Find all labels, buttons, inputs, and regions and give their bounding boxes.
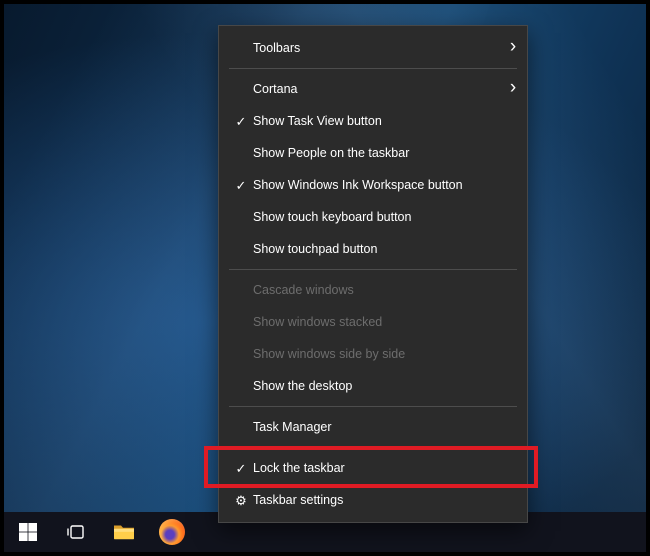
menu-separator [229, 447, 517, 448]
menu-item-show-the-desktop[interactable]: Show the desktop [219, 370, 527, 402]
menu-item-label: Show windows stacked [253, 315, 499, 329]
menu-item-cascade-windows: Cascade windows [219, 274, 527, 306]
menu-item-show-windows-ink-workspace-button[interactable]: ✓Show Windows Ink Workspace button [219, 169, 527, 201]
menu-item-show-windows-stacked: Show windows stacked [219, 306, 527, 338]
menu-item-label: Show touchpad button [253, 242, 499, 256]
menu-item-show-touchpad-button[interactable]: Show touchpad button [219, 233, 527, 265]
arrow-spacer [499, 385, 527, 388]
file-explorer-button[interactable] [100, 512, 148, 552]
menu-item-toolbars[interactable]: Toolbars› [219, 32, 527, 64]
taskbar-context-menu: Toolbars›Cortana›✓Show Task View buttonS… [218, 25, 528, 523]
menu-item-label: Toolbars [253, 41, 499, 55]
arrow-spacer [499, 120, 527, 123]
checkmark-icon: ✓ [229, 115, 253, 128]
menu-item-show-task-view-button[interactable]: ✓Show Task View button [219, 105, 527, 137]
arrow-spacer [499, 152, 527, 155]
submenu-arrow-icon: › [499, 78, 527, 100]
menu-item-label: Cortana [253, 82, 499, 96]
arrow-spacer [499, 248, 527, 251]
menu-item-lock-the-taskbar[interactable]: ✓Lock the taskbar [219, 452, 527, 484]
task-view-icon [65, 521, 87, 543]
start-button[interactable] [4, 512, 52, 552]
arrow-spacer [499, 321, 527, 324]
menu-item-label: Show People on the taskbar [253, 146, 499, 160]
submenu-arrow-icon: › [499, 37, 527, 59]
arrow-spacer [499, 499, 527, 502]
menu-item-label: Show windows side by side [253, 347, 499, 361]
task-view-button[interactable] [52, 512, 100, 552]
arrow-spacer [499, 467, 527, 470]
arrow-spacer [499, 184, 527, 187]
gear-icon: ⚙ [229, 494, 253, 507]
menu-item-label: Show Task View button [253, 114, 499, 128]
arrow-spacer [499, 216, 527, 219]
menu-item-label: Show touch keyboard button [253, 210, 499, 224]
menu-item-label: Task Manager [253, 420, 499, 434]
menu-item-cortana[interactable]: Cortana› [219, 73, 527, 105]
checkmark-icon: ✓ [229, 179, 253, 192]
windows-logo-icon [18, 522, 38, 542]
menu-separator [229, 68, 517, 69]
menu-item-label: Taskbar settings [253, 493, 499, 507]
folder-icon [112, 521, 136, 543]
checkmark-icon: ✓ [229, 462, 253, 475]
menu-item-task-manager[interactable]: Task Manager [219, 411, 527, 443]
arrow-spacer [499, 353, 527, 356]
menu-item-label: Show the desktop [253, 379, 499, 393]
firefox-icon [159, 519, 185, 545]
menu-item-show-touch-keyboard-button[interactable]: Show touch keyboard button [219, 201, 527, 233]
menu-separator [229, 406, 517, 407]
menu-item-show-windows-side-by-side: Show windows side by side [219, 338, 527, 370]
menu-item-taskbar-settings[interactable]: ⚙Taskbar settings [219, 484, 527, 516]
menu-separator [229, 269, 517, 270]
menu-item-show-people-on-the-taskbar[interactable]: Show People on the taskbar [219, 137, 527, 169]
menu-item-label: Lock the taskbar [253, 461, 499, 475]
arrow-spacer [499, 289, 527, 292]
menu-item-label: Show Windows Ink Workspace button [253, 178, 499, 192]
arrow-spacer [499, 426, 527, 429]
menu-item-label: Cascade windows [253, 283, 499, 297]
firefox-button[interactable] [148, 512, 196, 552]
